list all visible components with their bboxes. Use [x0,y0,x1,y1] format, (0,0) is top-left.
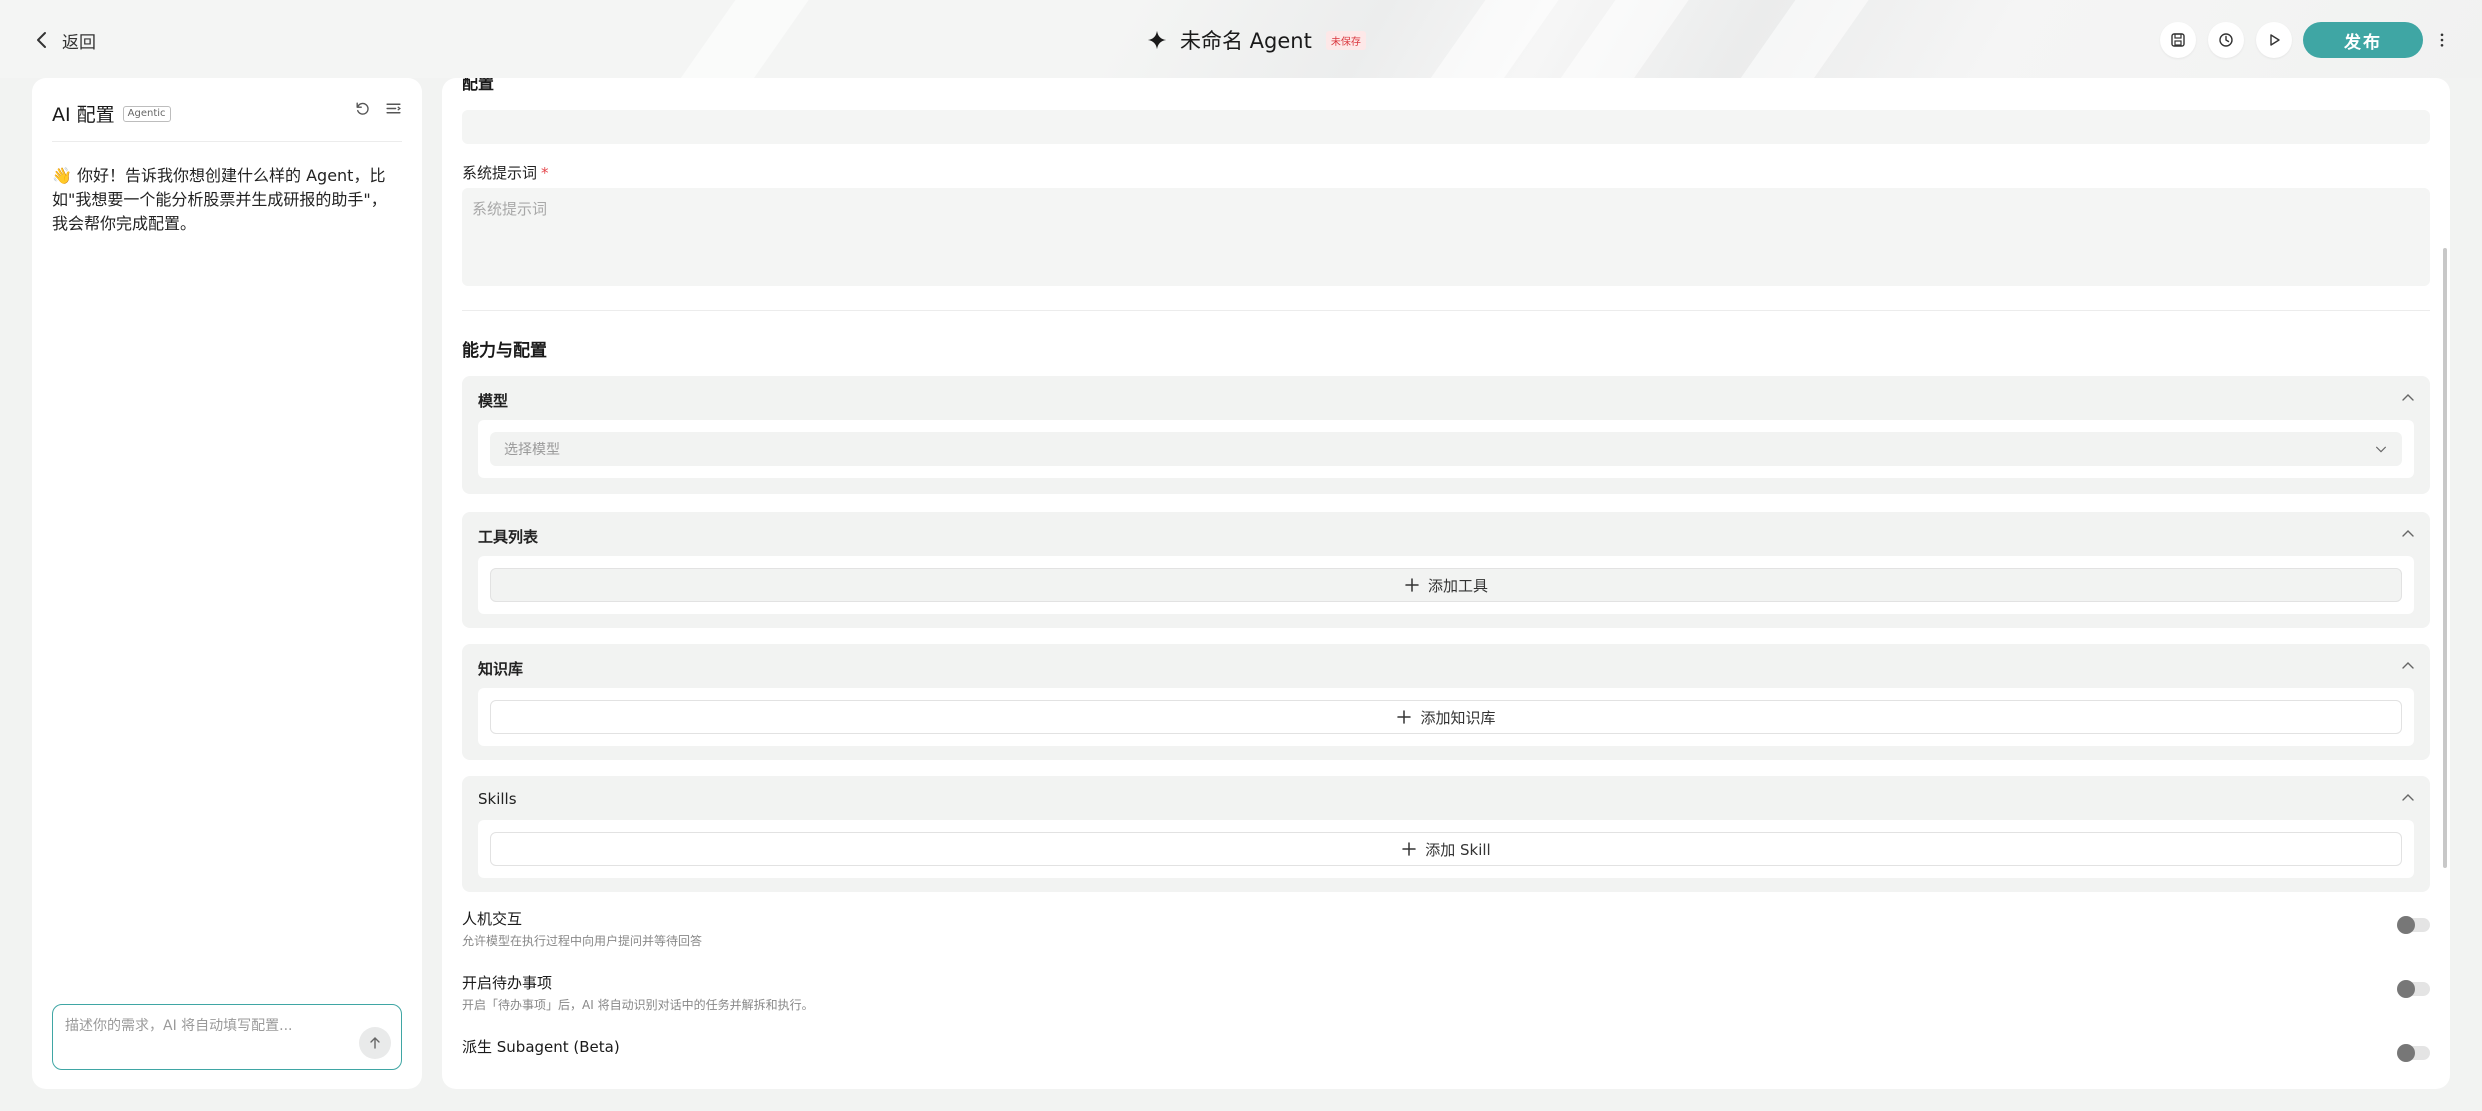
knowledge-card-title: 知识库 [478,660,524,678]
chat-input[interactable] [65,1015,345,1037]
run-button[interactable] [2256,22,2292,58]
history-button[interactable] [2208,22,2244,58]
model-card-title: 模型 [478,392,509,410]
required-mark: * [541,164,549,182]
tools-card-body: 添加工具 [478,556,2414,614]
header-decoration [648,0,812,78]
tools-card-title: 工具列表 [478,528,539,546]
add-skill-button[interactable]: 添加 Skill [490,832,2402,866]
assistant-greeting: 👋 你好！告诉我你想创建什么样的 Agent，比如"我想要一个能分析股票并生成研… [52,166,387,233]
more-menu-button[interactable] [2432,30,2452,50]
back-label: 返回 [62,32,96,53]
knowledge-card: 知识库 添加知识库 [462,644,2430,760]
list-settings-icon[interactable] [385,100,402,117]
model-select-placeholder: 选择模型 [504,442,560,458]
config-field[interactable] [462,110,2430,144]
toggle-subagent: 派生 Subagent (Beta) [462,1036,2430,1080]
page-title-group: 未命名 Agent 未保存 [1146,24,1366,56]
model-card-body: 选择模型 [478,420,2414,478]
scrollbar[interactable] [2443,248,2447,868]
ai-config-panel: AI 配置 Agentic 👋 你好！告诉我你想创建什么样的 Agent，比如"… [32,78,422,1089]
model-select[interactable]: 选择模型 [490,432,2402,466]
header-decoration [1528,0,1692,78]
chat-input-box[interactable] [52,1004,402,1070]
chevron-up-icon[interactable] [2400,790,2416,806]
sparkle-icon [1147,30,1167,50]
agentic-badge: Agentic [122,106,171,122]
page-title[interactable]: 未命名 Agent [1180,25,1312,55]
clock-icon [2219,33,2233,47]
add-tool-button[interactable]: 添加工具 [490,568,2402,602]
top-bar: 返回 未命名 Agent 未保存 发布 [0,0,2482,78]
send-button[interactable] [359,1027,391,1059]
back-button[interactable]: 返回 [32,26,96,54]
arrow-up-icon [370,1037,380,1049]
config-section-title: 配置 [462,78,495,93]
toggle-description: 开启「待办事项」后，AI 将自动识别对话中的任务并解拆和执行。 [462,998,814,1012]
chevron-up-icon[interactable] [2400,390,2416,406]
save-icon [2171,33,2185,47]
publish-button[interactable]: 发布 [2303,22,2423,58]
chevron-up-icon[interactable] [2400,526,2416,542]
chevron-left-icon [37,32,46,48]
unsaved-badge: 未保存 [1325,30,1366,50]
toggle-todo: 开启待办事项 开启「待办事项」后，AI 将自动识别对话中的任务并解拆和执行。 [462,972,2430,1016]
ai-panel-header: AI 配置 Agentic [52,100,402,142]
agent-config-panel: 配置 系统提示词* 能力与配置 模型 选择模型 工具列表 添加工具 知识库 [442,78,2450,1089]
subagent-switch[interactable] [2397,1044,2430,1062]
toggle-label: 开启待办事项 [462,974,553,992]
save-button[interactable] [2160,22,2196,58]
section-divider [462,310,2430,311]
add-knowledge-button[interactable]: 添加知识库 [490,700,2402,734]
chevron-up-icon[interactable] [2400,658,2416,674]
header-decoration [1708,0,1872,78]
toggle-label: 派生 Subagent (Beta) [462,1038,620,1056]
human-interaction-switch[interactable] [2397,916,2430,934]
ai-panel-title: AI 配置 [52,104,115,126]
knowledge-card-body: 添加知识库 [478,688,2414,746]
plus-icon [1405,578,1419,592]
skills-card-title: Skills [478,790,517,808]
chevron-down-icon [2376,446,2386,453]
reset-icon[interactable] [354,100,371,117]
toggle-description: 允许模型在执行过程中向用户提问并等待回答 [462,934,703,948]
add-knowledge-label: 添加知识库 [1420,708,1496,727]
skills-card: Skills 添加 Skill [462,776,2430,892]
model-card: 模型 选择模型 [462,376,2430,494]
toggle-label: 人机交互 [462,910,523,928]
plus-icon [1402,842,1416,856]
plus-icon [1397,710,1412,724]
todo-switch[interactable] [2397,980,2430,998]
add-skill-label: 添加 Skill [1425,840,1491,859]
system-prompt-label: 系统提示词 * [462,164,549,182]
toggle-human-interaction: 人机交互 允许模型在执行过程中向用户提问并等待回答 [462,908,2430,952]
add-tool-label: 添加工具 [1427,576,1488,595]
play-icon [2270,34,2280,46]
more-vertical-icon [2440,33,2444,47]
system-prompt-input[interactable] [462,188,2430,286]
skills-card-body: 添加 Skill [478,820,2414,878]
capabilities-title: 能力与配置 [462,341,547,361]
header-decoration [1398,0,1562,78]
tools-card: 工具列表 添加工具 [462,512,2430,628]
